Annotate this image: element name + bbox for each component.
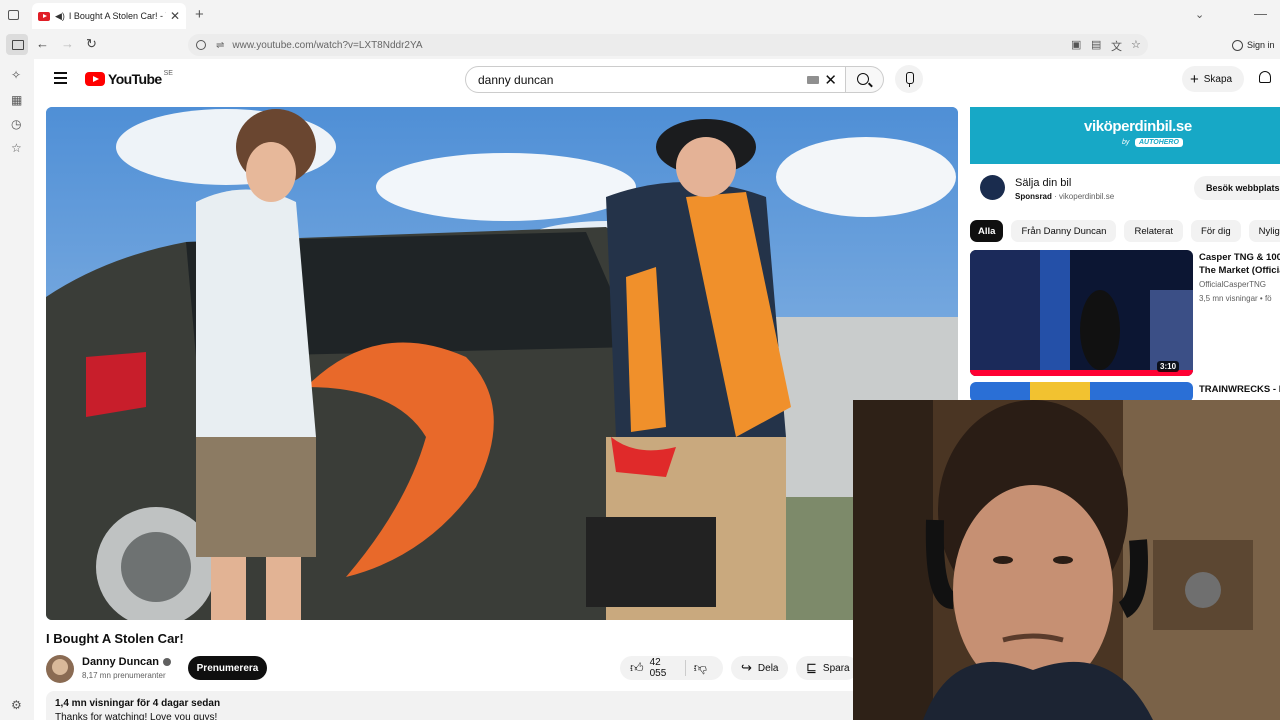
ad-domain: vikoperdinbil.se (1059, 192, 1115, 201)
webcam-overlay (853, 400, 1280, 720)
logo-text: YouTube (108, 71, 162, 87)
chip-for-you[interactable]: För dig (1191, 220, 1241, 242)
share-label: Dela (757, 662, 779, 674)
dislike-icon[interactable]: 👎︎ (694, 660, 707, 676)
channel-name-link[interactable]: Danny Duncan (82, 656, 172, 668)
menu-icon[interactable] (54, 72, 67, 87)
search-button[interactable] (846, 66, 884, 93)
ad-banner[interactable]: viköperdinbil.se by AUTOHERO (970, 107, 1280, 164)
youtube-favicon-icon (38, 11, 50, 21)
person-icon (1232, 39, 1243, 51)
reader-icon[interactable]: ▤ (1091, 38, 1101, 51)
recommendation-views: 3,5 mn visningar • fö (1199, 294, 1272, 303)
visit-site-button[interactable]: Besök webbplats (1194, 176, 1280, 200)
youtube-play-icon (85, 72, 105, 86)
bookmark-icon: ⊑ (806, 660, 817, 675)
advertiser-avatar[interactable] (980, 175, 1005, 200)
browser-toolbar: ← → ↻ ⇌ www.youtube.com/watch?v=LXT8Nddr… (0, 31, 1280, 59)
search-input[interactable]: danny duncan ✕ (465, 66, 846, 93)
tab-actions-icon[interactable] (8, 10, 19, 20)
share-icon: ↪ (741, 660, 752, 675)
region-code: SE (163, 69, 173, 77)
search-icon (857, 73, 869, 85)
like-icon[interactable]: 👍︎ (630, 660, 644, 676)
views-and-date: 1,4 mn visningar för 4 dagar sedan (55, 698, 221, 709)
sponsored-label: Sponsrad (1015, 192, 1052, 201)
webcam-image (853, 400, 1280, 720)
translate-icon[interactable]: 文 (1111, 38, 1122, 54)
tab-title: I Bought A Stolen Car! - Yo (68, 11, 166, 21)
back-icon[interactable]: ← (36, 36, 49, 51)
share-button[interactable]: ↪ Dela (731, 656, 788, 680)
filter-chips: Alla Från Danny Duncan Relaterat För dig… (970, 220, 1280, 242)
collections-icon[interactable]: ▦ (11, 93, 22, 107)
save-button[interactable]: ⊑ Spara (796, 656, 858, 680)
thumbnail-image (970, 250, 1193, 376)
microphone-icon[interactable] (895, 65, 923, 93)
description-text: Thanks for watching! Love you guys! (55, 712, 218, 720)
settings-gear-icon[interactable]: ⚙ (11, 698, 22, 712)
youtube-logo[interactable]: YouTube SE (85, 69, 173, 87)
favorite-star-icon[interactable]: ☆ (1131, 38, 1141, 51)
recommendation-thumbnail[interactable] (970, 250, 1193, 376)
subscribe-button[interactable]: Prenumerera (188, 656, 267, 680)
ad-by: by (1122, 139, 1130, 146)
minimize-icon[interactable]: — (1254, 6, 1267, 21)
signin-label: Sign in (1247, 40, 1275, 50)
ad-title[interactable]: Sälja din bil (1015, 177, 1071, 189)
channel-avatar[interactable] (46, 655, 74, 683)
divider (684, 660, 686, 676)
recommendation-title[interactable]: Casper TNG & 100 The Market (Officia (1199, 251, 1280, 277)
plus-icon: + (1190, 70, 1199, 88)
ad-meta: Sponsrad · vikoperdinbil.se (1015, 192, 1115, 201)
chip-all[interactable]: Alla (970, 220, 1004, 242)
browser-sidebar: ✧ ▦ ◷ ☆ (0, 59, 34, 720)
video-duration: 3:10 (1157, 361, 1180, 372)
clear-search-icon[interactable]: ✕ (824, 71, 837, 89)
reload-icon[interactable]: ↻ (86, 36, 97, 52)
video-frame (46, 107, 958, 620)
verified-icon (163, 658, 172, 666)
browser-tab-active[interactable]: ◀) I Bought A Stolen Car! - Yo ✕ (32, 3, 186, 29)
address-bar[interactable]: ⇌ www.youtube.com/watch?v=LXT8Nddr2YA (188, 34, 1148, 56)
create-label: Skapa (1203, 73, 1233, 85)
sidebar-toggle-icon[interactable] (6, 34, 28, 55)
url-text[interactable]: www.youtube.com/watch?v=LXT8Nddr2YA (232, 40, 422, 51)
ad-partner: AUTOHERO (1135, 138, 1183, 147)
close-tab-icon[interactable]: ✕ (170, 9, 180, 23)
subscriber-count: 8,17 mn prenumeranter (82, 671, 166, 680)
new-tab-icon[interactable]: + (195, 6, 204, 23)
browser-tab-bar: ◀) I Bought A Stolen Car! - Yo ✕ + ⌄ — (0, 0, 1280, 31)
channel-name: Danny Duncan (82, 656, 160, 668)
thumbnail-image (970, 382, 1193, 402)
description-box[interactable]: 1,4 mn visningar för 4 dagar sedan Thank… (46, 691, 958, 720)
save-label: Spara (822, 662, 850, 674)
signin-button[interactable]: Sign in (1232, 35, 1275, 55)
video-title: I Bought A Stolen Car! (46, 631, 184, 646)
chip-related[interactable]: Relaterat (1124, 220, 1184, 242)
screenshot-icon[interactable]: ▣ (1071, 38, 1081, 51)
chip-from-channel[interactable]: Från Danny Duncan (1011, 220, 1117, 242)
like-dislike-group: 👍︎ 42 055 👎︎ (620, 656, 723, 680)
recommendation-thumbnail[interactable] (970, 382, 1193, 402)
favorites-icon[interactable]: ☆ (11, 141, 22, 155)
recommendation-item[interactable]: TRAINWRECKS - B (970, 382, 1280, 402)
ad-brand: viköperdinbil.se (1084, 118, 1192, 135)
video-player[interactable] (46, 107, 958, 620)
recommendation-channel[interactable]: OfficialCasperTNG (1199, 280, 1266, 289)
history-icon[interactable]: ◷ (11, 117, 21, 131)
chevron-down-icon[interactable]: ⌄ (1195, 8, 1204, 21)
search-value: danny duncan (478, 72, 554, 87)
recommendation-item[interactable]: 3:10 Casper TNG & 100 The Market (Offici… (970, 250, 1280, 378)
shield-icon[interactable] (196, 40, 206, 50)
speaker-icon[interactable]: ◀) (55, 11, 65, 22)
create-button[interactable]: + Skapa (1182, 66, 1245, 92)
like-count[interactable]: 42 055 (650, 657, 677, 679)
chip-recently-uploaded[interactable]: Nyligen up (1248, 220, 1280, 242)
forward-icon[interactable]: → (61, 36, 74, 51)
sparkle-icon[interactable]: ✧ (11, 68, 21, 82)
notifications-bell-icon[interactable] (1259, 71, 1271, 83)
site-settings-icon[interactable]: ⇌ (216, 40, 224, 51)
keyboard-icon[interactable] (807, 76, 819, 84)
